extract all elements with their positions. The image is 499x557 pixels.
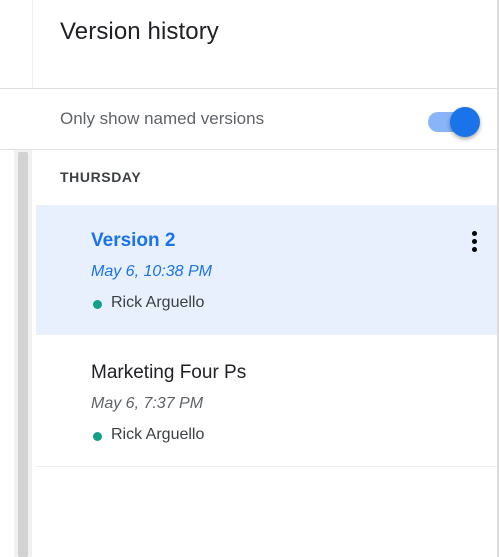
named-versions-label: Only show named versions [60, 109, 265, 128]
version-item-version-2[interactable]: Version 2 May 6, 10:38 PM Rick Arguello [36, 205, 497, 335]
named-versions-toggle[interactable] [428, 107, 484, 137]
group-label-thursday: THURSDAY [60, 169, 142, 185]
version-date: May 6, 7:37 PM [91, 395, 204, 412]
more-dot [472, 239, 477, 244]
version-date: May 6, 10:38 PM [91, 263, 212, 280]
version-name: Marketing Four Ps [91, 362, 247, 383]
panel-title: Version history [60, 18, 219, 45]
author-color-dot [93, 432, 102, 441]
filter-divider [0, 149, 497, 150]
author-color-dot [93, 300, 102, 309]
more-dot [472, 231, 477, 236]
scrollbar-thumb[interactable] [18, 152, 28, 557]
version-author: Rick Arguello [111, 426, 205, 443]
version-name: Version 2 [91, 230, 176, 251]
named-versions-filter-row: Only show named versions [0, 89, 497, 149]
version-author: Rick Arguello [111, 294, 205, 311]
list-divider [36, 466, 497, 467]
more-dot [472, 247, 477, 252]
panel-edge [32, 0, 33, 88]
version-history-panel: Version history Only show named versions… [0, 0, 499, 557]
toggle-thumb [450, 107, 480, 137]
more-vert-icon[interactable] [462, 227, 486, 257]
version-item-marketing-four-ps[interactable]: Marketing Four Ps May 6, 7:37 PM Rick Ar… [36, 337, 497, 467]
